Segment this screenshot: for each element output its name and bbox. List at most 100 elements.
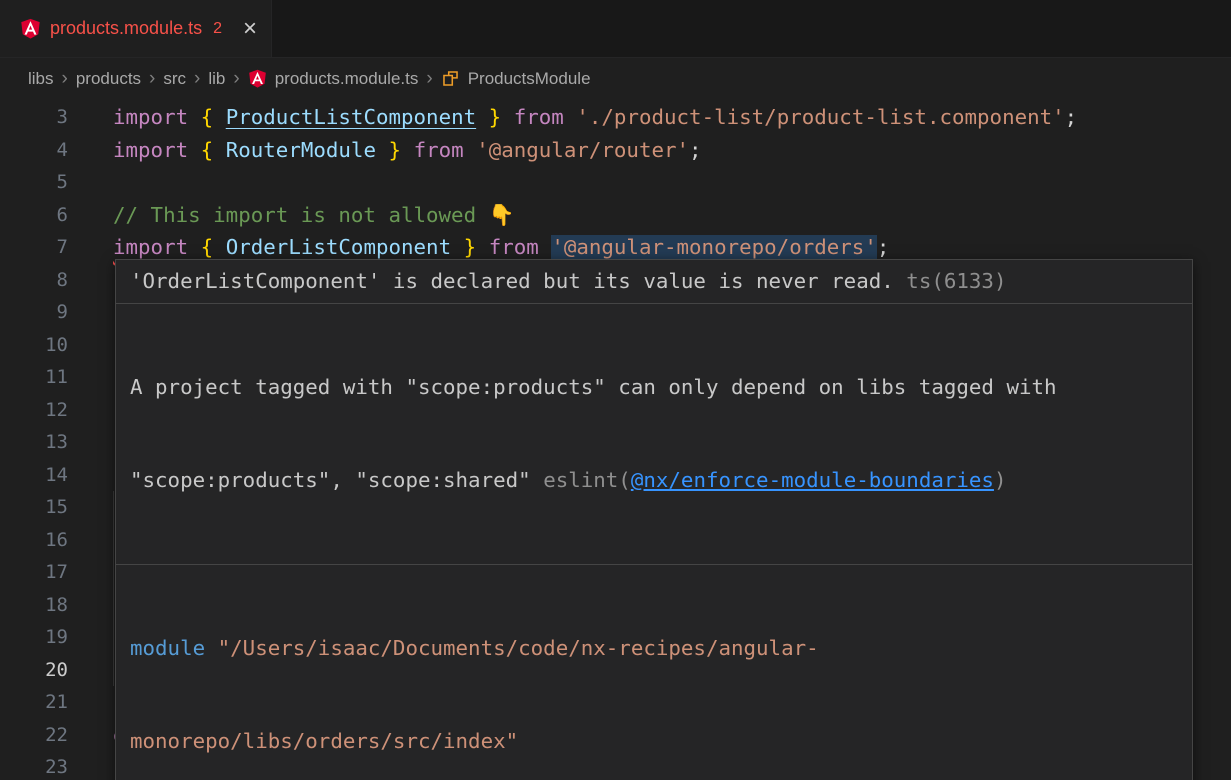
hover-ts-error: 'OrderListComponent' is declared but its…: [116, 260, 1192, 304]
code-token: [476, 105, 489, 129]
tab-title: products.module.ts: [50, 18, 202, 39]
line-number[interactable]: 17: [0, 556, 113, 589]
code-token: {: [201, 105, 214, 129]
code-token: ;: [1065, 105, 1078, 129]
code-token: ProductListComponent: [226, 105, 476, 129]
line-number[interactable]: 19: [0, 621, 113, 654]
line-number[interactable]: 6: [0, 199, 113, 232]
code-token: [476, 235, 489, 259]
breadcrumb: libs › products › src › lib › products.m…: [0, 58, 1231, 99]
code-token: from: [414, 138, 464, 162]
chevron-right-icon: ›: [426, 68, 432, 90]
code-token: ;: [689, 138, 702, 162]
code-token: [213, 235, 226, 259]
line-number[interactable]: 10: [0, 329, 113, 362]
eslint-rule-link[interactable]: @nx/enforce-module-boundaries: [631, 468, 994, 492]
code-token: [213, 138, 226, 162]
line-number[interactable]: 3: [0, 101, 113, 134]
code-token: [564, 105, 577, 129]
angular-icon: [248, 69, 267, 88]
code-line[interactable]: [113, 166, 1231, 199]
code-token: [213, 105, 226, 129]
module-path-line1: "/Users/isaac/Documents/code/nx-recipes/…: [205, 636, 819, 660]
eslint-error-line1: A project tagged with "scope:products" c…: [130, 375, 1057, 399]
breadcrumb-item-file[interactable]: products.module.ts: [275, 69, 419, 89]
class-symbol-icon: [441, 69, 460, 88]
ts-error-code: ts(6133): [894, 269, 1007, 293]
tab-products-module[interactable]: products.module.ts 2 ×: [0, 0, 272, 57]
code-token: [376, 138, 389, 162]
line-number[interactable]: 22: [0, 719, 113, 752]
line-number[interactable]: 9: [0, 296, 113, 329]
breadcrumb-item-libs[interactable]: libs: [28, 69, 54, 89]
code-token: import: [113, 235, 188, 259]
indent-guide: [113, 556, 114, 589]
code-token: from: [489, 235, 539, 259]
code-token: '@angular-monorepo/orders': [551, 235, 877, 259]
code-token: [501, 105, 514, 129]
module-keyword: module: [130, 636, 205, 660]
code-token: RouterModule: [226, 138, 376, 162]
chevron-right-icon: ›: [149, 68, 155, 90]
hover-module-info: module "/Users/isaac/Documents/code/nx-r…: [116, 565, 1192, 780]
code-token: '@angular/router': [476, 138, 689, 162]
eslint-source-close: ): [994, 468, 1007, 492]
line-number[interactable]: 20: [0, 654, 113, 687]
line-number[interactable]: 21: [0, 686, 113, 719]
line-number[interactable]: 11: [0, 361, 113, 394]
eslint-source-open: eslint(: [543, 468, 631, 492]
editor[interactable]: 34567891011121314151617181920212223 impo…: [0, 99, 1231, 780]
code-token: }: [389, 138, 402, 162]
indent-guide: [113, 524, 114, 557]
indent-guide: [113, 491, 114, 524]
line-number[interactable]: 12: [0, 394, 113, 427]
module-path-line2: monorepo/libs/orders/src/index": [130, 729, 518, 753]
code-token: './product-list/product-list.component': [576, 105, 1064, 129]
code-token: [188, 138, 201, 162]
line-number[interactable]: 7: [0, 231, 113, 264]
code-token: OrderListComponent: [226, 235, 451, 259]
eslint-error-line2: "scope:products", "scope:shared": [130, 468, 543, 492]
code-token: [188, 235, 201, 259]
code-token: [188, 105, 201, 129]
angular-icon: [20, 18, 41, 39]
code-line[interactable]: import { RouterModule } from '@angular/r…: [113, 134, 1231, 167]
code-token: import: [113, 105, 188, 129]
breadcrumb-item-products[interactable]: products: [76, 69, 141, 89]
gutter: 34567891011121314151617181920212223: [0, 99, 113, 780]
chevron-right-icon: ›: [62, 68, 68, 90]
line-number[interactable]: 16: [0, 524, 113, 557]
breadcrumb-item-lib[interactable]: lib: [208, 69, 225, 89]
ts-error-text: 'OrderListComponent' is declared but its…: [130, 269, 894, 293]
line-number[interactable]: 13: [0, 426, 113, 459]
code-token: from: [514, 105, 564, 129]
close-icon[interactable]: ×: [243, 17, 257, 41]
hover-eslint-error: A project tagged with "scope:products" c…: [116, 304, 1192, 565]
code-line[interactable]: import { ProductListComponent } from './…: [113, 101, 1231, 134]
hover-popup: 'OrderListComponent' is declared but its…: [115, 259, 1193, 780]
line-number[interactable]: 4: [0, 134, 113, 167]
code-token: ;: [877, 235, 890, 259]
line-number[interactable]: 23: [0, 751, 113, 780]
line-number[interactable]: 15: [0, 491, 113, 524]
tab-problems-badge: 2: [213, 20, 222, 38]
chevron-right-icon: ›: [233, 68, 239, 90]
indent-guide: [113, 654, 114, 687]
code-token: [451, 235, 464, 259]
line-number[interactable]: 18: [0, 589, 113, 622]
chevron-right-icon: ›: [194, 68, 200, 90]
line-number[interactable]: 14: [0, 459, 113, 492]
code-token: [464, 138, 477, 162]
code-line[interactable]: // This import is not allowed 👇: [113, 199, 1231, 232]
code-token: 👇: [489, 203, 515, 227]
indent-guide: [113, 621, 114, 654]
line-number[interactable]: 5: [0, 166, 113, 199]
line-number[interactable]: 8: [0, 264, 113, 297]
code-token: }: [464, 235, 477, 259]
code-token: // This import is not allowed: [113, 203, 489, 227]
breadcrumb-item-src[interactable]: src: [163, 69, 186, 89]
code-token: [401, 138, 414, 162]
breadcrumb-item-symbol[interactable]: ProductsModule: [468, 69, 591, 89]
code-token: }: [489, 105, 502, 129]
code-token: import: [113, 138, 188, 162]
